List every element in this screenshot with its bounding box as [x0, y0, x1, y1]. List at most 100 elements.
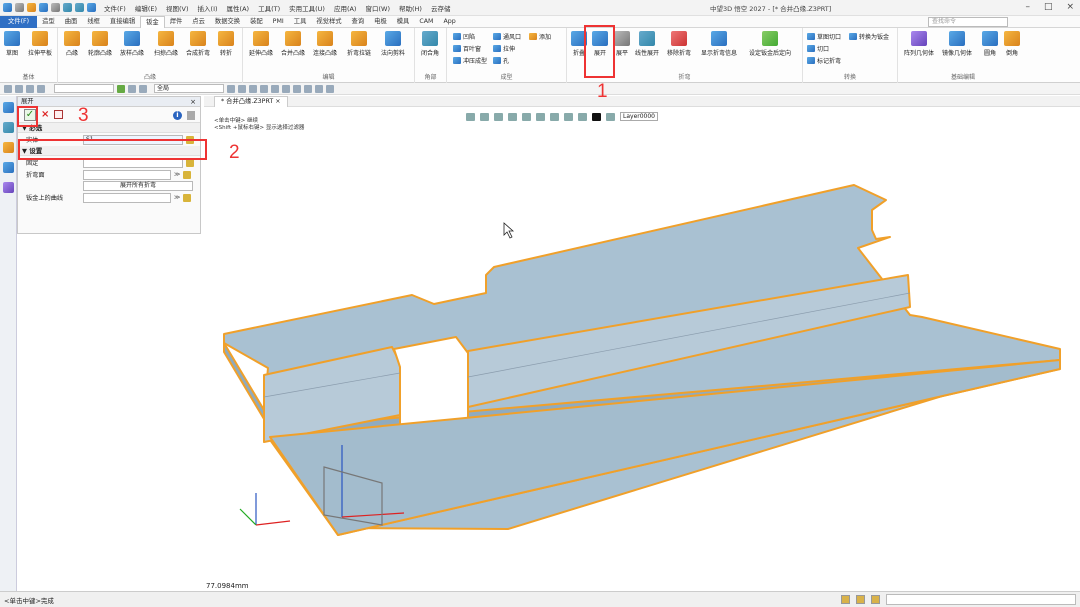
tab-surface[interactable]: 曲面: [60, 16, 83, 28]
show-bend-info-button[interactable]: 显示折弯信息: [701, 31, 737, 57]
tab-point-cloud[interactable]: 点云: [187, 16, 210, 28]
layer-icon[interactable]: [3, 142, 14, 153]
filter-combo[interactable]: [54, 84, 114, 93]
close-icon[interactable]: ×: [190, 97, 196, 107]
extrude-plate-button[interactable]: 拉伸平板: [28, 31, 52, 57]
fillet-button[interactable]: 圆角: [982, 31, 998, 57]
jog-button[interactable]: 转折: [218, 31, 234, 57]
tab-inquire[interactable]: 查询: [347, 16, 370, 28]
tab-electrode[interactable]: 电极: [369, 16, 392, 28]
merge-flange-button[interactable]: 合并凸缘: [281, 31, 305, 57]
sketch-cut-button[interactable]: 草图切口: [807, 32, 841, 41]
close-icon[interactable]: ×: [1066, 2, 1074, 12]
new-file-icon[interactable]: [15, 3, 24, 12]
mark-bend-button[interactable]: 标记折弯: [807, 56, 841, 65]
stretch-button[interactable]: 拉伸: [493, 44, 515, 53]
remove-bend-button[interactable]: 移除折弯: [667, 31, 691, 57]
required-section-header[interactable]: ▼ 必选: [18, 123, 200, 133]
layout-icon[interactable]: [856, 595, 865, 604]
vent-button[interactable]: 通风口: [493, 32, 521, 41]
bend-rip-button[interactable]: 折弯拉链: [347, 31, 371, 57]
inquire-icon[interactable]: [128, 84, 136, 93]
sweep-flange-button[interactable]: 扫掠凸缘: [154, 31, 178, 57]
apply-button[interactable]: [54, 110, 64, 119]
tab-pmi[interactable]: PMI: [268, 16, 289, 28]
pan-icon[interactable]: [238, 84, 246, 93]
chevron-down-icon[interactable]: ≫: [174, 171, 180, 178]
pick-bend-face-icon[interactable]: [183, 170, 192, 179]
curve-icon[interactable]: [304, 84, 312, 93]
line-icon[interactable]: [271, 84, 279, 93]
redo-icon[interactable]: [75, 3, 84, 12]
flange-button[interactable]: 凸缘: [64, 31, 80, 57]
loft-flange-button[interactable]: 放样凸缘: [120, 31, 144, 57]
menu-item[interactable]: 编辑(E): [135, 3, 157, 13]
document-tab[interactable]: * 合并凸缘.Z3PRT ×: [214, 96, 288, 107]
curve-input[interactable]: [83, 192, 171, 203]
view-manager-icon[interactable]: [3, 162, 14, 173]
connect-flange-button[interactable]: 连接凸缘: [313, 31, 337, 57]
extend-flange-button[interactable]: 延伸凸缘: [249, 31, 273, 57]
chevron-down-icon[interactable]: ≫: [174, 194, 180, 201]
tab-weldment[interactable]: 焊件: [165, 16, 188, 28]
linear-unfold-button[interactable]: 线性展开: [635, 31, 659, 57]
unfold-all-bends-button[interactable]: 展开所有折弯: [83, 181, 193, 191]
cancel-button[interactable]: ×: [41, 109, 49, 120]
pattern-geometry-button[interactable]: 阵列几何体: [904, 31, 934, 57]
mirror-geometry-button[interactable]: 镜像几何体: [942, 31, 972, 57]
chamfer-button[interactable]: 倒角: [1004, 31, 1020, 57]
measure-icon[interactable]: [139, 84, 147, 93]
pick-mode-icon[interactable]: [117, 84, 125, 93]
snap-icon[interactable]: [26, 84, 34, 93]
spline-icon[interactable]: [315, 84, 323, 93]
tab-cam[interactable]: CAM: [414, 16, 438, 28]
shape-icon[interactable]: [326, 84, 334, 93]
select-icon[interactable]: [4, 84, 12, 93]
pick-icon[interactable]: [37, 84, 45, 93]
combined-bend-button[interactable]: 合成折弯: [186, 31, 210, 57]
filter-icon[interactable]: [15, 84, 23, 93]
sketch-button[interactable]: 草图: [4, 31, 20, 57]
tab-mold[interactable]: 模具: [392, 16, 415, 28]
tab-visual-style[interactable]: 视觉样式: [311, 16, 346, 28]
tab-app[interactable]: App: [438, 16, 460, 28]
set-orientation-button[interactable]: 设定钣金后定向: [749, 31, 791, 57]
menu-item[interactable]: 插入(I): [198, 3, 218, 13]
menu-item[interactable]: 窗口(W): [365, 3, 390, 13]
menu-item[interactable]: 视图(V): [166, 3, 189, 13]
view-combo[interactable]: 全局: [154, 84, 224, 93]
gear-icon[interactable]: [87, 3, 96, 12]
pick-curve-icon[interactable]: [183, 193, 192, 202]
menu-item[interactable]: 实用工具(U): [289, 3, 325, 13]
rotate-icon[interactable]: [249, 84, 257, 93]
hole-button[interactable]: 孔: [493, 56, 509, 65]
normal-cut-button[interactable]: 法向剪料: [381, 31, 405, 57]
minimize-icon[interactable]: –: [1025, 2, 1030, 12]
sheet-metal-model[interactable]: [204, 107, 1080, 591]
menu-item[interactable]: 帮助(H): [399, 3, 422, 13]
grid-icon[interactable]: [841, 595, 850, 604]
user-icon[interactable]: [3, 182, 14, 193]
bend-face-input[interactable]: [83, 169, 171, 180]
history-icon[interactable]: [3, 102, 14, 113]
info-icon[interactable]: i: [173, 111, 182, 120]
tab-wireframe[interactable]: 线框: [82, 16, 105, 28]
convert-to-sheet-metal-button[interactable]: 转换为钣金: [849, 32, 889, 41]
zoom-icon[interactable]: [227, 84, 235, 93]
command-input[interactable]: [886, 594, 1076, 605]
fit-icon[interactable]: [260, 84, 268, 93]
stamp-form-button[interactable]: 冲压成型: [453, 56, 487, 65]
close-corner-button[interactable]: 闭合角: [421, 31, 439, 57]
print-icon[interactable]: [51, 3, 60, 12]
menu-item[interactable]: 属性(A): [227, 3, 250, 13]
assembly-tree-icon[interactable]: [3, 122, 14, 133]
tab-assembly[interactable]: 装配: [245, 16, 268, 28]
fullscreen-icon[interactable]: [871, 595, 880, 604]
louver-button[interactable]: 百叶窗: [453, 44, 481, 53]
tab-direct-edit[interactable]: 直接编辑: [105, 16, 140, 28]
tab-tools[interactable]: 工具: [289, 16, 312, 28]
tab-file[interactable]: 文件(F): [0, 15, 38, 28]
command-search-input[interactable]: 查找命令: [928, 17, 1008, 27]
undo-icon[interactable]: [63, 3, 72, 12]
save-icon[interactable]: [39, 3, 48, 12]
